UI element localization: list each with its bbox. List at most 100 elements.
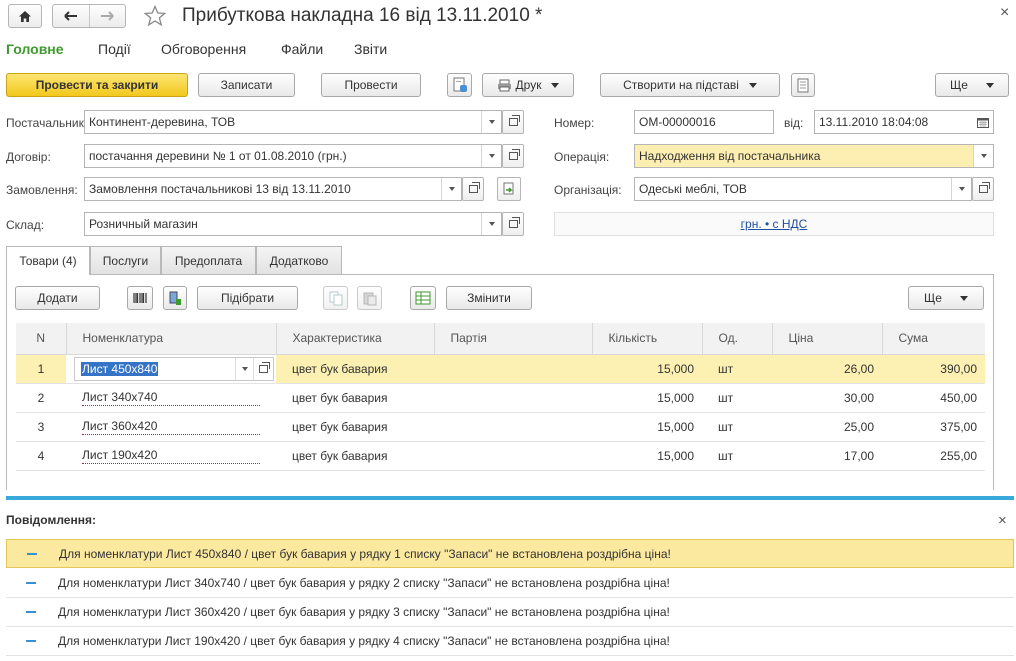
column-header[interactable]: N <box>16 323 67 355</box>
price-cell[interactable]: 30,00 <box>772 383 882 413</box>
operation-dropdown[interactable] <box>973 145 993 167</box>
column-header[interactable]: Ціна <box>772 323 883 355</box>
price-cell[interactable]: 25,00 <box>772 412 882 442</box>
supplier-field[interactable]: Континент-деревина, ТОВ <box>84 110 502 134</box>
unit-cell[interactable]: шт <box>702 412 772 442</box>
warehouse-dropdown[interactable] <box>481 213 501 235</box>
tab-goods[interactable]: Товари (4) <box>6 246 90 275</box>
print-button[interactable]: Друк <box>482 73 574 97</box>
unit-cell[interactable]: шт <box>702 383 772 413</box>
item-dropdown[interactable] <box>235 357 253 380</box>
column-header[interactable]: Кількість <box>592 323 703 355</box>
characteristic-cell[interactable]: цвет бук бавария <box>276 412 434 442</box>
supplier-open-button[interactable] <box>502 110 524 134</box>
quantity-cell[interactable]: 15,000 <box>592 354 702 384</box>
menu-discussion[interactable]: Обговорення <box>161 41 246 57</box>
item-cell-editor[interactable]: Лист 450х840 <box>66 354 276 384</box>
copy-button[interactable] <box>323 286 348 310</box>
supplier-dropdown[interactable] <box>481 111 501 133</box>
pick-button[interactable]: Підібрати <box>197 286 298 310</box>
number-field[interactable]: ОМ-00000016 <box>634 110 774 134</box>
message-item[interactable]: Для номенклатури Лист 190х420 / цвет бук… <box>6 627 1014 656</box>
save-button[interactable]: Записати <box>198 73 295 97</box>
home-button[interactable] <box>8 4 42 28</box>
unit-cell[interactable]: шт <box>702 441 772 471</box>
add-row-button[interactable]: Додати <box>15 286 100 310</box>
tab-services[interactable]: Послуги <box>90 246 161 274</box>
more-button[interactable]: Ще <box>935 73 1009 97</box>
batch-cell[interactable] <box>434 412 592 442</box>
table-row[interactable]: 3 Лист 360х420 цвет бук бавария 15,000 ш… <box>16 412 985 442</box>
messages-close-icon[interactable]: × <box>998 512 1007 529</box>
price-cell[interactable]: 26,00 <box>772 354 882 384</box>
batch-cell[interactable] <box>434 354 592 384</box>
fill-by-order-button[interactable] <box>497 177 521 201</box>
warehouse-field[interactable]: Розничный магазин <box>84 212 502 236</box>
contract-open-button[interactable] <box>502 144 524 168</box>
message-item[interactable]: Для номенклатури Лист 340х740 / цвет бук… <box>6 569 1014 598</box>
message-item[interactable]: Для номенклатури Лист 360х420 / цвет бук… <box>6 598 1014 627</box>
order-dropdown[interactable] <box>441 178 461 200</box>
report-structure-button[interactable] <box>447 73 472 97</box>
price-cell[interactable]: 17,00 <box>772 441 882 471</box>
back-button[interactable] <box>53 5 90 27</box>
item-value[interactable]: Лист 340х740 <box>82 390 260 406</box>
quantity-cell[interactable]: 15,000 <box>592 412 702 442</box>
tab-prepayment[interactable]: Предоплата <box>161 246 256 274</box>
star-icon[interactable] <box>144 5 166 27</box>
table-settings-button[interactable] <box>410 286 436 310</box>
table-row[interactable]: 2 Лист 340х740 цвет бук бавария 15,000 ш… <box>16 383 985 413</box>
forward-button[interactable] <box>90 5 126 27</box>
menu-reports[interactable]: Звіти <box>354 41 387 57</box>
organization-open-button[interactable] <box>972 177 994 201</box>
item-cell[interactable]: Лист 360х420 <box>66 412 276 442</box>
batch-cell[interactable] <box>434 441 592 471</box>
quantity-cell[interactable]: 15,000 <box>592 383 702 413</box>
post-button[interactable]: Провести <box>321 73 421 97</box>
item-cell[interactable]: Лист 340х740 <box>66 383 276 413</box>
warehouse-open-button[interactable] <box>502 212 524 236</box>
contract-field[interactable]: постачання деревини № 1 от 01.08.2010 (г… <box>84 144 502 168</box>
column-header[interactable]: Характеристика <box>276 323 435 355</box>
change-button[interactable]: Змінити <box>446 286 532 310</box>
table-row[interactable]: 1 Лист 450х840 цвет бук бавария 15,000 ш… <box>16 354 985 384</box>
table-more-button[interactable]: Ще <box>908 286 984 310</box>
column-header[interactable]: Партія <box>434 323 593 355</box>
menu-files[interactable]: Файли <box>281 41 323 57</box>
operation-field[interactable]: Надходження від постачальника <box>634 144 994 168</box>
sum-cell[interactable]: 255,00 <box>882 441 985 471</box>
tab-additional[interactable]: Додатково <box>256 246 342 274</box>
column-header[interactable]: Од. <box>702 323 773 355</box>
currency-link[interactable]: грн. • с НДС <box>741 217 808 231</box>
order-open-button[interactable] <box>462 177 484 201</box>
batch-cell[interactable] <box>434 383 592 413</box>
table-row[interactable]: 4 Лист 190х420 цвет бук бавария 15,000 ш… <box>16 441 985 471</box>
sum-cell[interactable]: 450,00 <box>882 383 985 413</box>
menu-events[interactable]: Події <box>98 41 131 57</box>
menu-main[interactable]: Головне <box>6 41 64 57</box>
item-value[interactable]: Лист 360х420 <box>82 419 260 435</box>
barcode-button[interactable] <box>127 286 153 310</box>
contract-dropdown[interactable] <box>481 145 501 167</box>
organization-field[interactable]: Одеські меблі, ТОВ <box>634 177 972 201</box>
scanner-button[interactable] <box>163 286 187 310</box>
sum-cell[interactable]: 375,00 <box>882 412 985 442</box>
create-based-on-button[interactable]: Створити на підставі <box>600 73 780 97</box>
structure-button[interactable] <box>791 73 815 97</box>
message-item[interactable]: Для номенклатури Лист 450х840 / цвет бук… <box>6 539 1014 568</box>
characteristic-cell[interactable]: цвет бук бавария <box>276 383 434 413</box>
quantity-cell[interactable]: 15,000 <box>592 441 702 471</box>
item-value[interactable]: Лист 450х840 <box>81 361 159 376</box>
calendar-button[interactable] <box>973 111 993 133</box>
sum-cell[interactable]: 390,00 <box>882 354 985 384</box>
close-icon[interactable]: × <box>1000 4 1009 22</box>
date-field[interactable]: 13.11.2010 18:04:08 <box>814 110 994 134</box>
paste-button[interactable] <box>357 286 382 310</box>
column-header[interactable]: Сума <box>882 323 985 355</box>
item-value[interactable]: Лист 190х420 <box>82 448 260 464</box>
column-header[interactable]: Номенклатура <box>66 323 277 355</box>
messages-divider[interactable] <box>6 496 1014 500</box>
post-and-close-button[interactable]: Провести та закрити <box>6 73 188 97</box>
characteristic-cell[interactable]: цвет бук бавария <box>276 354 434 384</box>
order-field[interactable]: Замовлення постачальникові 13 від 13.11.… <box>84 177 462 201</box>
